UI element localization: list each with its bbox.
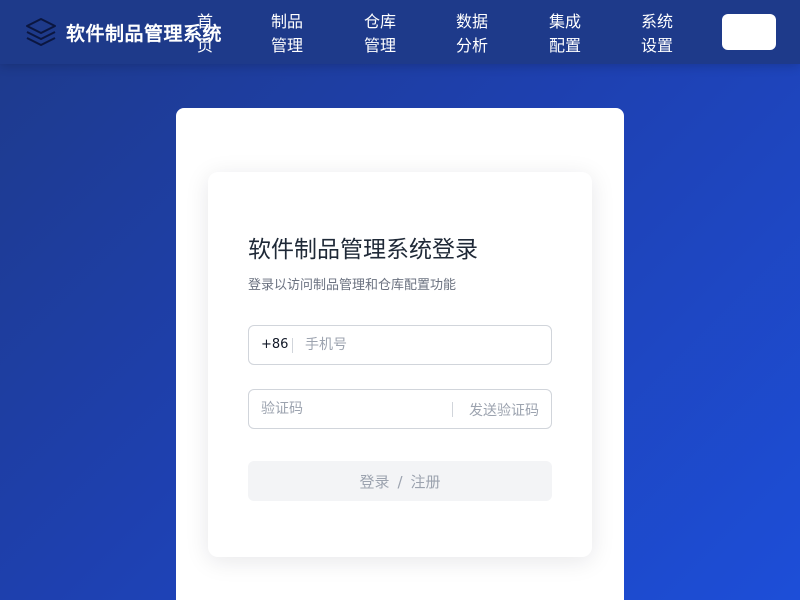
prefix-divider <box>292 338 293 353</box>
phone-input[interactable] <box>305 326 545 364</box>
nav-item-integration[interactable]: 集成配置 <box>549 10 583 58</box>
brand[interactable]: 软件制品管理系统 <box>24 14 222 50</box>
verification-code-input[interactable] <box>261 390 441 428</box>
send-code-button[interactable]: 发送验证码 <box>469 400 539 420</box>
login-title: 软件制品管理系统登录 <box>248 237 478 263</box>
login-register-button[interactable]: 登录 / 注册 <box>248 461 552 501</box>
nav-item-artifacts[interactable]: 制品管理 <box>271 10 305 58</box>
country-code-prefix[interactable]: +86 <box>261 337 288 352</box>
nav-item-settings[interactable]: 系统设置 <box>641 10 675 58</box>
send-code-divider <box>452 402 453 417</box>
top-navbar: 软件制品管理系统 首页 制品管理 仓库管理 数据分析 集成配置 系统设置 <box>0 0 800 64</box>
register-label: 注册 <box>410 472 441 491</box>
nav-item-warehouse[interactable]: 仓库管理 <box>364 10 398 58</box>
submit-separator: / <box>397 472 403 491</box>
login-label: 登录 <box>359 472 390 491</box>
layers-icon <box>26 18 56 46</box>
code-field: 发送验证码 <box>248 389 552 429</box>
phone-field: +86 <box>248 325 552 365</box>
login-subtitle: 登录以访问制品管理和仓库配置功能 <box>248 278 457 293</box>
nav-action-button[interactable] <box>722 14 776 50</box>
nav-item-analytics[interactable]: 数据分析 <box>456 10 490 58</box>
nav-item-home[interactable]: 首页 <box>197 10 215 58</box>
